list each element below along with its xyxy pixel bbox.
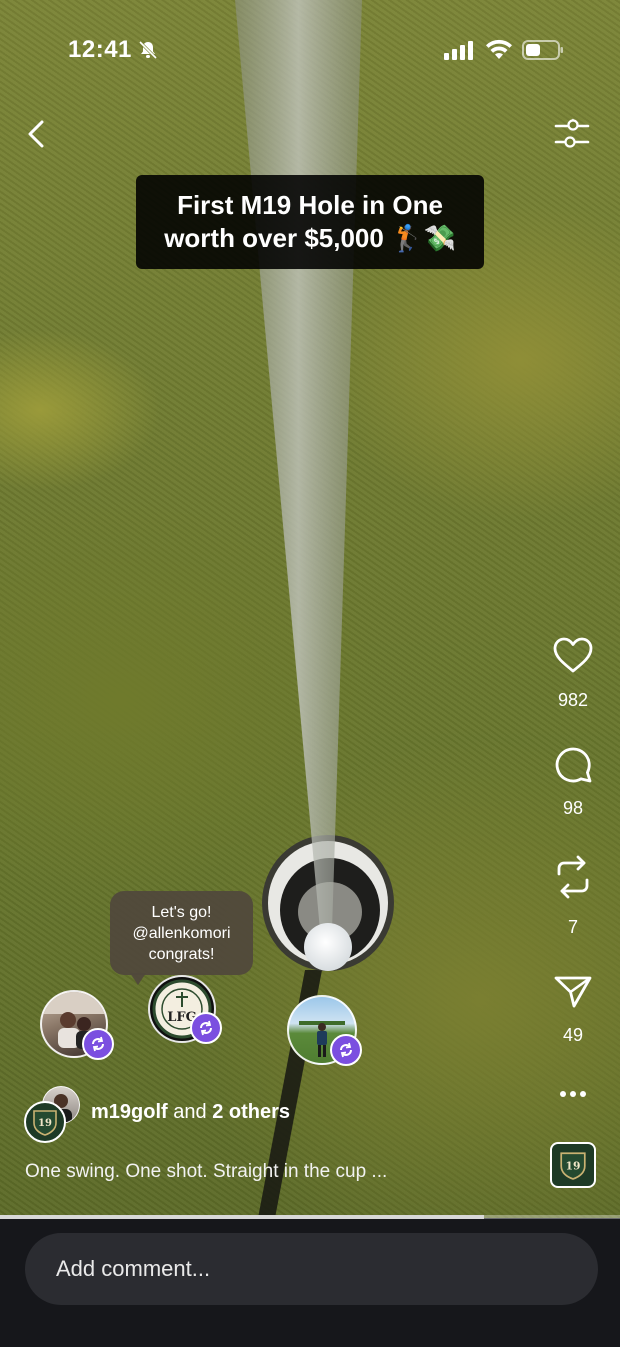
author-and: and xyxy=(173,1101,207,1123)
signal-icon xyxy=(444,41,473,60)
comments-count: 98 xyxy=(562,798,584,818)
m19-shield-icon: 19 xyxy=(560,1152,586,1180)
repost-badge-1 xyxy=(82,1028,114,1060)
chevron-left-icon[interactable] xyxy=(24,118,52,150)
repost-arrows-icon xyxy=(92,1036,104,1052)
filter-sliders-icon[interactable] xyxy=(553,116,591,152)
battery-icon xyxy=(522,40,563,60)
reposts-count: 7 xyxy=(567,917,578,937)
repost-icon[interactable] xyxy=(553,854,593,900)
wifi-icon xyxy=(486,39,512,59)
bubble-line-2: @allenkomori xyxy=(132,925,231,942)
comment-bubble-icon[interactable] xyxy=(553,745,595,785)
repost-arrows-icon xyxy=(200,1020,212,1036)
add-comment-input[interactable]: Add comment... xyxy=(25,1233,598,1305)
bubble-line-3: congrats! xyxy=(148,946,215,963)
svg-text:19: 19 xyxy=(566,1159,581,1172)
author-username[interactable]: m19golf xyxy=(91,1101,168,1123)
m19-logo-avatar[interactable]: 19 xyxy=(24,1101,66,1143)
post-description[interactable]: One swing. One shot. Straight in the cup… xyxy=(25,1161,387,1183)
heart-icon[interactable] xyxy=(552,635,594,675)
caption-line-1: First M19 Hole in One xyxy=(177,190,443,220)
shares-count: 49 xyxy=(562,1025,584,1045)
m19-shield-icon: 19 xyxy=(33,1110,57,1136)
more-dots-icon[interactable] xyxy=(559,1088,587,1100)
caption-line-2: worth over $5,000 🏌️💸 xyxy=(164,223,456,253)
likes-count: 982 xyxy=(557,690,589,710)
author-others[interactable]: 2 others xyxy=(212,1101,290,1123)
share-send-icon[interactable] xyxy=(553,973,593,1009)
repost-badge-2 xyxy=(190,1012,222,1044)
repost-badge-3 xyxy=(330,1034,362,1066)
bell-muted-icon xyxy=(138,40,158,60)
status-bar: 12:41 xyxy=(0,0,620,100)
repost-arrows-icon xyxy=(340,1042,352,1058)
svg-text:19: 19 xyxy=(38,1118,52,1129)
status-time: 12:41 xyxy=(68,36,132,63)
video-caption: First M19 Hole in One worth over $5,000 … xyxy=(136,175,484,269)
repost-comment-bubble: Let's go! @allenkomori congrats! xyxy=(110,891,253,985)
sound-logo-button[interactable]: 19 xyxy=(550,1142,596,1188)
bubble-line-1: Let's go! xyxy=(151,904,212,921)
author-line[interactable]: m19golf and 2 others xyxy=(91,1101,290,1124)
